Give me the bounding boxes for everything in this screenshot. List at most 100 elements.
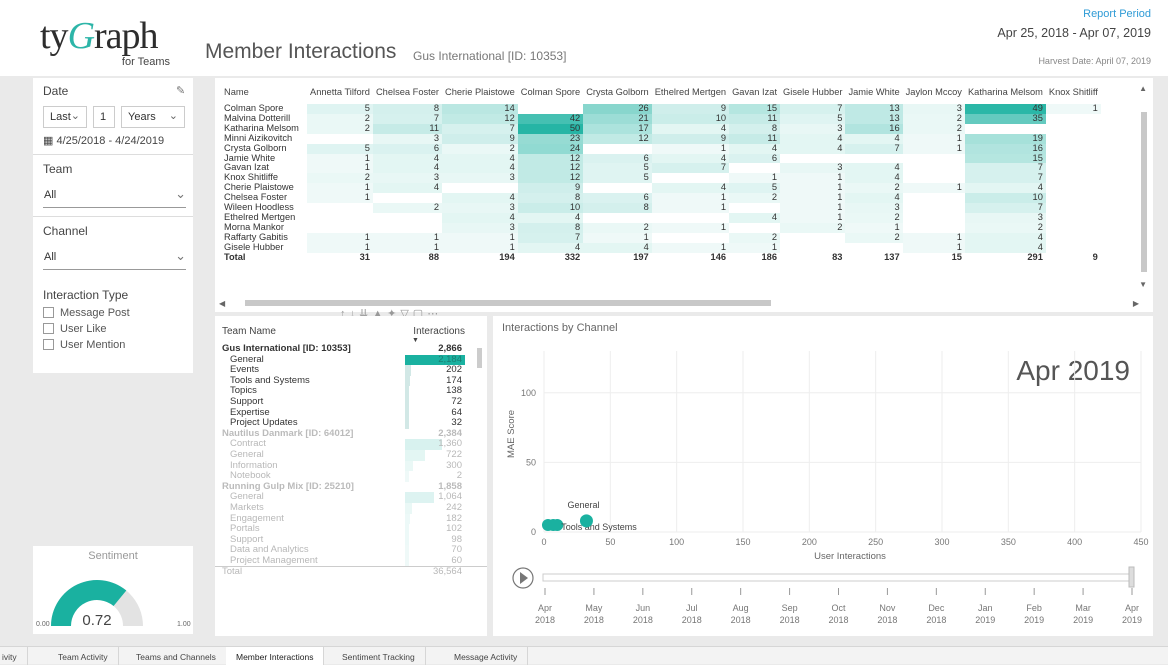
- matrix-cell: 5: [780, 113, 846, 124]
- matrix-cell: 2: [902, 113, 965, 124]
- channel-row[interactable]: Markets 242: [215, 502, 487, 514]
- matrix-col-header[interactable]: Gavan Izat: [729, 82, 780, 104]
- team-total-row[interactable]: Total 36,564: [215, 566, 487, 577]
- total-cell: 15: [951, 251, 962, 262]
- tab-5[interactable]: Sentiment Tracking: [332, 647, 426, 665]
- timeline-month[interactable]: Jun: [636, 603, 651, 613]
- matrix-vscrollbar[interactable]: [1141, 100, 1147, 300]
- scroll-thumb[interactable]: [477, 348, 482, 368]
- matrix-cell: [780, 154, 845, 164]
- timeline-month[interactable]: Jan: [978, 603, 993, 613]
- timeline-month[interactable]: Oct: [831, 603, 846, 613]
- timeline-month[interactable]: May: [585, 603, 603, 613]
- matrix-row[interactable]: Raffarty Gabitis 1 1 1 7 1 2 2 1 4: [221, 232, 1101, 243]
- timeline-month[interactable]: Aug: [733, 603, 749, 613]
- channel-row[interactable]: Project Management 60: [215, 555, 487, 567]
- matrix-col-header[interactable]: Knox Shitliff: [1046, 82, 1101, 104]
- date-count-input[interactable]: 1: [93, 106, 115, 128]
- play-axis-track[interactable]: [542, 573, 1134, 582]
- team-scrollbar[interactable]: [477, 344, 482, 619]
- matrix-cell: 3: [780, 123, 846, 134]
- matrix-cell: 1: [902, 133, 965, 144]
- matrix-row[interactable]: Jamie White 1 4 4 12 6 4 6 15: [221, 153, 1101, 164]
- team-select[interactable]: All ⌄: [43, 182, 186, 208]
- matrix-row[interactable]: Chelsea Foster 1 4 8 6 1 2 1 4 10: [221, 192, 1101, 204]
- matrix-hscrollbar[interactable]: [225, 300, 1143, 306]
- matrix-col-header[interactable]: Colman Spore: [518, 82, 583, 104]
- timeline-month[interactable]: Sep: [782, 603, 798, 613]
- matrix-row[interactable]: Knox Shitliffe 2 3 3 12 5 1 1 4 7: [221, 172, 1101, 184]
- channel-select[interactable]: All ⌄: [43, 244, 186, 270]
- scroll-left-icon[interactable]: ◀: [219, 299, 225, 308]
- timeline-month[interactable]: Nov: [879, 603, 896, 613]
- matrix-col-header[interactable]: Crysta Golborn: [583, 82, 652, 104]
- user-like-checkbox[interactable]: User Like: [43, 323, 106, 335]
- matrix-col-header[interactable]: Chelsea Foster: [373, 82, 442, 104]
- matrix-row[interactable]: Katharina Melsom 2 11 7 50 17 4 8 3 16 2: [221, 123, 1101, 134]
- matrix-cell: 35: [964, 113, 1046, 124]
- team-group-row[interactable]: Gus International [ID: 10353] 2,866: [215, 343, 487, 355]
- matrix-cell: 4: [651, 123, 730, 134]
- matrix-col-name[interactable]: Name: [221, 82, 307, 104]
- tab-2[interactable]: Team Activity: [48, 647, 119, 665]
- col-team-name[interactable]: Team Name: [222, 326, 276, 337]
- matrix-row[interactable]: Crysta Golborn 5 6 2 24 1 4 4 7 1 16: [221, 143, 1101, 154]
- matrix-row[interactable]: Colman Spore 5 8 14 26 9 15 7 13 3 49 1: [221, 103, 1101, 114]
- chevron-down-icon: ⌄: [70, 110, 80, 122]
- date-unit-select[interactable]: Years ⌄: [121, 106, 185, 128]
- matrix-cell: [903, 223, 965, 233]
- matrix-row[interactable]: Gisele Hubber 1 1 1 4 4 1 1 1 4: [221, 242, 1101, 253]
- matrix-cell: 3: [780, 163, 846, 174]
- scroll-thumb[interactable]: [245, 300, 771, 306]
- sort-desc-icon: ▼: [412, 337, 419, 344]
- channel-row[interactable]: General 722: [215, 449, 487, 461]
- matrix-cell: 15: [964, 153, 1046, 164]
- matrix-cell: 2: [442, 143, 518, 154]
- matrix-row[interactable]: Wileen Hoodless 2 3 10 8 1 1 3 7: [221, 202, 1101, 213]
- matrix-cell: 1: [780, 172, 846, 184]
- matrix-row[interactable]: Gavan Izat 1 4 4 12 5 7 3 4 7: [221, 163, 1101, 174]
- matrix-col-header[interactable]: Gisele Hubber: [780, 82, 845, 104]
- matrix-col-header[interactable]: Jaylon Mccoy: [903, 82, 965, 104]
- matrix-col-header[interactable]: Katharina Melsom: [965, 82, 1046, 104]
- x-axis-label: User Interactions: [814, 551, 886, 562]
- timeline-month[interactable]: Apr: [538, 603, 552, 613]
- divider: [33, 154, 193, 155]
- matrix-row[interactable]: Malvina Dotterill 2 7 12 42 21 10 11 5 13 2 35: [221, 113, 1101, 124]
- message-post-checkbox[interactable]: Message Post: [43, 307, 130, 319]
- tab-1[interactable]: ivity: [0, 647, 28, 665]
- matrix-cell: 2: [964, 222, 1046, 233]
- channel-row[interactable]: Support 72: [215, 396, 487, 408]
- matrix-row[interactable]: Cherie Plaistowe 1 4 9 4 5 1 2 1 4: [221, 182, 1101, 194]
- scroll-down-icon[interactable]: ▼: [1139, 280, 1147, 289]
- interactions-value: 36,564: [432, 566, 462, 578]
- scroll-up-icon[interactable]: ▲: [1139, 84, 1147, 93]
- y-tick-label: 50: [526, 457, 536, 467]
- user-mention-checkbox[interactable]: User Mention: [43, 339, 125, 351]
- timeline-month[interactable]: Apr: [1125, 603, 1139, 613]
- timeline-month[interactable]: Feb: [1026, 603, 1042, 613]
- timeline-month[interactable]: Mar: [1075, 603, 1091, 613]
- play-axis-handle[interactable]: [1128, 566, 1135, 588]
- x-tick-label: 150: [735, 537, 750, 547]
- scatter-point[interactable]: [579, 514, 593, 528]
- matrix-row[interactable]: Ethelred Mertgen 4 4 4 1 2 3: [221, 212, 1101, 223]
- matrix-cell: 4: [780, 143, 846, 154]
- scroll-right-icon[interactable]: ▶: [1133, 299, 1139, 308]
- tab-6[interactable]: Message Activity: [444, 647, 529, 665]
- eraser-icon[interactable]: ✎: [176, 84, 185, 97]
- timeline-month[interactable]: Jul: [686, 603, 698, 613]
- matrix-row[interactable]: Morna Mankor 3 8 2 1 2 1 2: [221, 222, 1101, 233]
- col-interactions[interactable]: Interactions: [405, 326, 465, 337]
- matrix-col-header[interactable]: Jamie White: [845, 82, 902, 104]
- scroll-thumb[interactable]: [1141, 112, 1147, 272]
- matrix-col-header[interactable]: Annetta Tilford: [307, 82, 373, 104]
- tab-4[interactable]: Member Interactions: [226, 647, 325, 665]
- matrix-row[interactable]: Minni Aizikovitch 3 9 23 12 9 11 4 4 1 19: [221, 133, 1101, 144]
- date-mode-select[interactable]: Last ⌄: [43, 106, 87, 128]
- matrix-col-header[interactable]: Ethelred Mertgen: [652, 82, 729, 104]
- tab-3[interactable]: Teams and Channels: [126, 647, 227, 665]
- matrix-col-header[interactable]: Cherie Plaistowe: [442, 82, 518, 104]
- date-range[interactable]: ▦ 4/25/2018 - 4/24/2019: [43, 134, 164, 147]
- timeline-month[interactable]: Dec: [928, 603, 945, 613]
